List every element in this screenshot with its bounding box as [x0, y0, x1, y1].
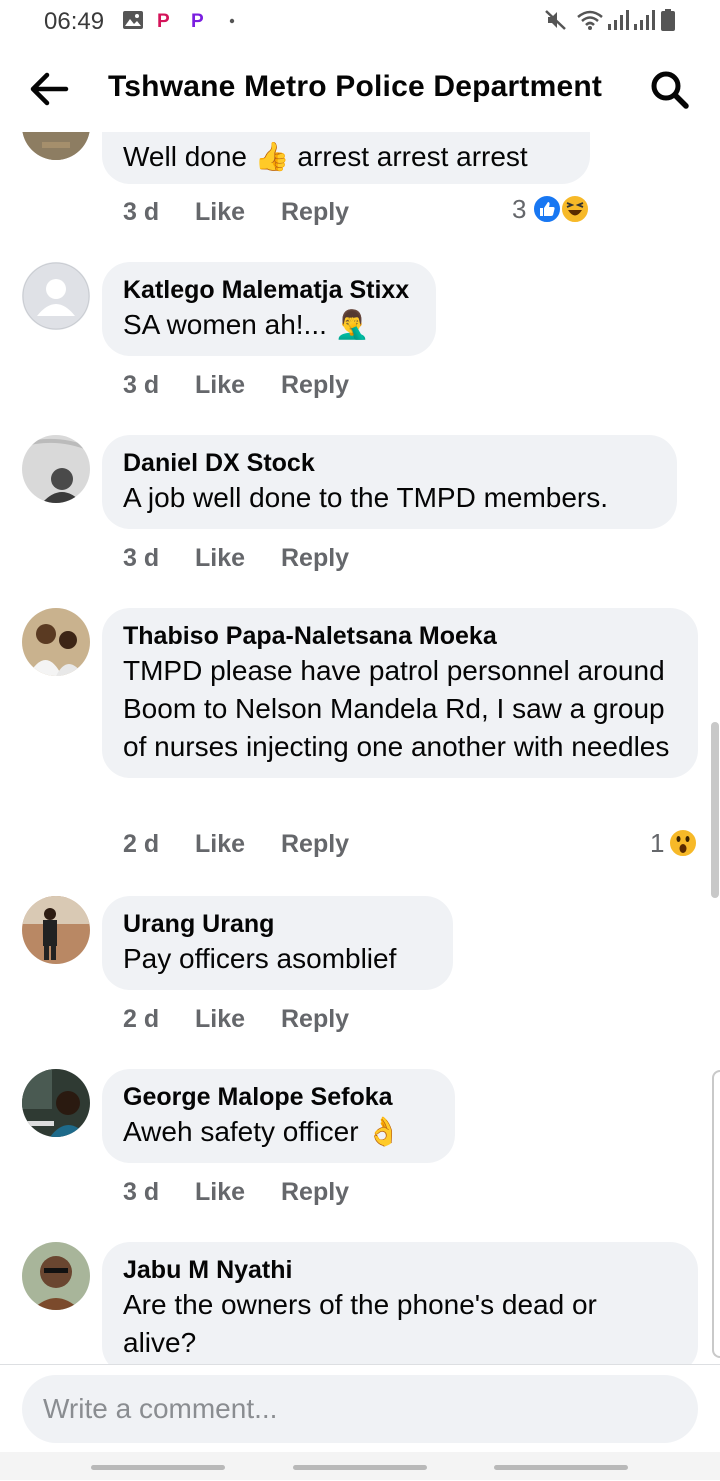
edge-panel-handle[interactable] [712, 1070, 720, 1358]
status-time: 06:49 [44, 8, 105, 35]
system-navigation-bar [0, 1452, 720, 1480]
app-header: Tshwane Metro Police Department [0, 44, 720, 132]
comment-author[interactable]: Jabu M Nyathi [123, 1254, 676, 1286]
comment-author[interactable]: George Malope Sefoka [123, 1081, 433, 1113]
comment-age: 3 d [123, 198, 160, 226]
like-button[interactable]: Like [195, 1005, 245, 1034]
like-button[interactable]: Like [195, 830, 245, 859]
search-icon[interactable] [648, 68, 692, 112]
reply-button[interactable]: Reply [281, 1178, 349, 1207]
comment-bubble[interactable]: Thabiso Papa-Naletsana Moeka TMPD please… [102, 608, 698, 778]
reply-button[interactable]: Reply [281, 544, 349, 573]
avatar[interactable] [22, 608, 90, 676]
avatar[interactable] [22, 1069, 90, 1137]
avatar[interactable] [22, 1242, 90, 1310]
more-notifications-dot-icon [229, 18, 235, 24]
svg-text:P: P [157, 11, 170, 31]
reaction-summary[interactable]: 3 [510, 194, 594, 224]
like-button[interactable]: Like [195, 198, 245, 227]
wow-reaction-icon [668, 828, 698, 858]
comment-age: 2 d [123, 830, 160, 858]
like-reaction-icon [532, 194, 562, 224]
app-notification-icon: P [191, 11, 204, 31]
comment-text: Are the owners of the phone's dead or al… [123, 1289, 597, 1358]
avatar[interactable] [22, 132, 90, 160]
avatar[interactable] [22, 435, 90, 503]
avatar[interactable] [22, 262, 90, 330]
avatar[interactable] [22, 896, 90, 964]
wifi-icon [577, 10, 603, 30]
comment-text: TMPD please have patrol personnel around… [123, 655, 670, 762]
page-title: Tshwane Metro Police Department [108, 70, 603, 103]
comment-text: Well done 👍 arrest arrest arrest [123, 141, 528, 172]
battery-icon [661, 9, 675, 31]
home-button[interactable] [293, 1465, 427, 1470]
reply-button[interactable]: Reply [281, 198, 349, 227]
like-button[interactable]: Like [195, 544, 245, 573]
write-comment-input[interactable] [22, 1375, 698, 1443]
comment-bubble[interactable]: Well done 👍 arrest arrest arrest [102, 132, 590, 184]
app-notification-icon: P [157, 11, 170, 31]
comment-text: Pay officers asomblief [123, 943, 397, 974]
status-bar: 06:49 P P [0, 0, 720, 44]
reply-button[interactable]: Reply [281, 1005, 349, 1034]
reaction-summary[interactable]: 1 [648, 828, 702, 858]
comment-author[interactable]: Thabiso Papa-Naletsana Moeka [123, 620, 676, 652]
svg-text:P: P [191, 11, 204, 31]
comment-text: A job well done to the TMPD members. [123, 482, 609, 513]
back-arrow-icon[interactable] [26, 66, 72, 112]
recent-apps-button[interactable] [91, 1465, 225, 1470]
comment-age: 2 d [123, 1005, 160, 1033]
comment-age: 3 d [123, 371, 160, 399]
comment-author[interactable]: Urang Urang [123, 908, 431, 940]
gallery-icon [123, 11, 143, 29]
comment-bubble[interactable]: Katlego Malematja Stixx SA women ah!... … [102, 262, 436, 356]
comment-age: 3 d [123, 1178, 160, 1206]
signal-icon [608, 10, 629, 30]
comment-age: 3 d [123, 544, 160, 572]
signal-icon [634, 10, 655, 30]
reaction-count: 1 [650, 828, 665, 858]
haha-reaction-icon [560, 194, 590, 224]
comment-author[interactable]: Daniel DX Stock [123, 447, 655, 479]
reply-button[interactable]: Reply [281, 371, 349, 400]
comment-text: Aweh safety officer 👌 [123, 1116, 402, 1147]
comment-author[interactable]: Katlego Malematja Stixx [123, 274, 414, 306]
comment-bubble[interactable]: Jabu M Nyathi Are the owners of the phon… [102, 1242, 698, 1364]
reaction-count: 3 [512, 194, 527, 224]
comment-bubble[interactable]: Urang Urang Pay officers asomblief [102, 896, 453, 990]
comment-text: SA women ah!... 🤦‍♂️ [123, 309, 370, 340]
mute-icon [545, 10, 566, 30]
comments-feed[interactable]: Well done 👍 arrest arrest arrest 3 d Lik… [0, 132, 720, 1364]
reply-button[interactable]: Reply [281, 830, 349, 859]
comment-bubble[interactable]: Daniel DX Stock A job well done to the T… [102, 435, 677, 529]
comment-bubble[interactable]: George Malope Sefoka Aweh safety officer… [102, 1069, 455, 1163]
like-button[interactable]: Like [195, 1178, 245, 1207]
like-button[interactable]: Like [195, 371, 245, 400]
scrollbar[interactable] [711, 722, 719, 898]
back-button[interactable] [494, 1465, 628, 1470]
